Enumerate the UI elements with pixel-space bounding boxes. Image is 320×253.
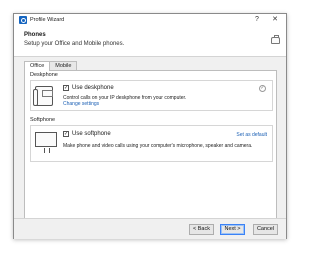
next-button[interactable]: Next > xyxy=(220,224,245,235)
deskphone-box: ✓ Use deskphone Control calls on your IP… xyxy=(30,80,273,111)
change-settings-link[interactable]: Change settings xyxy=(63,101,99,107)
set-as-default-link[interactable]: Set as default xyxy=(236,132,267,138)
softphone-group-label: Softphone xyxy=(30,117,56,123)
back-button[interactable]: < Back xyxy=(189,224,214,235)
use-softphone-checkbox[interactable]: ✓ xyxy=(63,131,69,137)
use-deskphone-row[interactable]: ✓ Use deskphone xyxy=(63,85,114,91)
use-deskphone-label[interactable]: Use deskphone xyxy=(72,85,114,91)
deskphone-group-label: Deskphone xyxy=(30,72,58,78)
close-button[interactable]: ✕ xyxy=(270,15,280,25)
softphone-description: Make phone and video calls using your co… xyxy=(63,143,253,149)
use-softphone-row[interactable]: ✓ Use softphone xyxy=(63,131,111,137)
use-deskphone-checkbox[interactable]: ✓ xyxy=(63,85,69,91)
softphone-box: ✓ Use softphone Set as default Make phon… xyxy=(30,125,273,162)
window-title: Profile Wizard xyxy=(30,17,65,23)
title-bar: Profile Wizard ? ✕ xyxy=(14,14,286,26)
office-tab-panel: Deskphone ✓ Use deskphone Control calls … xyxy=(24,70,277,220)
tab-mobile[interactable]: Mobile xyxy=(49,61,78,70)
help-button[interactable]: ? xyxy=(252,15,262,25)
cancel-button[interactable]: Cancel xyxy=(253,224,278,235)
profile-wizard-icon xyxy=(19,16,27,24)
tab-office[interactable]: Office xyxy=(24,61,51,71)
wizard-header: Phones Setup your Office and Mobile phon… xyxy=(14,26,286,57)
phone-handset-icon xyxy=(271,35,280,44)
wizard-footer: < Back Next > Cancel xyxy=(14,218,286,239)
page-subtitle: Setup your Office and Mobile phones. xyxy=(24,41,125,47)
computer-icon xyxy=(35,132,57,153)
desk-phone-icon xyxy=(33,86,53,106)
use-softphone-label[interactable]: Use softphone xyxy=(72,131,111,137)
page-title: Phones xyxy=(24,32,46,38)
check-circle-icon: ✓ xyxy=(259,85,266,92)
profile-wizard-window: Profile Wizard ? ✕ Phones Setup your Off… xyxy=(13,13,287,239)
